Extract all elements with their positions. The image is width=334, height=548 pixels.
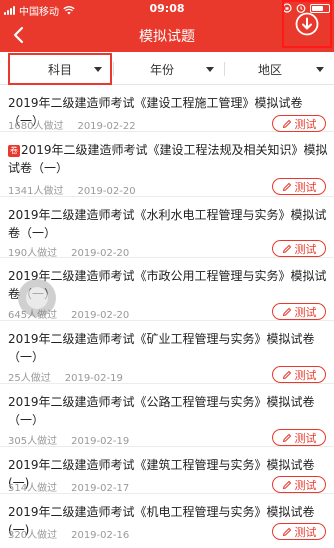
list-item[interactable]: 2019年二级建造师考试《矿业工程管理与实务》模拟试卷（一） 25人做过 2019…	[0, 322, 334, 384]
exam-badge: 卷	[8, 145, 20, 157]
exam-meta: 1680人做过 2019-02-22	[8, 117, 136, 132]
divider	[224, 62, 225, 76]
pencil-icon	[282, 119, 291, 128]
exam-meta: 320人做过 2019-02-16	[8, 526, 129, 541]
exam-title-text: 2019年二级建造师考试《建设工程法规及相关知识》模拟试卷（一）	[8, 143, 328, 175]
test-button[interactable]: 测试	[272, 429, 326, 446]
caret-down-icon	[316, 66, 324, 72]
filter-year[interactable]: 年份	[114, 53, 222, 85]
filter-region-label: 地区	[257, 62, 282, 77]
list-item[interactable]: 卷 2019年二级建造师考试《建设工程法规及相关知识》模拟试卷（一） 1341人做…	[0, 133, 334, 197]
test-button[interactable]: 测试	[272, 115, 326, 132]
test-button[interactable]: 测试	[272, 240, 326, 257]
exam-meta: 25人做过 2019-02-19	[8, 369, 123, 384]
test-button[interactable]: 测试	[272, 523, 326, 540]
exam-title: 2019年二级建造师考试《水利水电工程管理与实务》模拟试卷（一）	[8, 208, 327, 240]
exam-date: 2019-02-19	[71, 436, 130, 447]
taken-count: 320人做过	[8, 530, 58, 541]
test-label: 测试	[294, 368, 317, 382]
taken-count: 190人做过	[8, 248, 58, 259]
pencil-icon	[282, 433, 291, 442]
exam-meta: 514人做过 2019-02-17	[8, 479, 129, 494]
exam-date: 2019-02-19	[64, 373, 123, 384]
list-item[interactable]: 2019年二级建造师考试《机电工程管理与实务》模拟试卷(一) 320人做过 201…	[0, 495, 334, 547]
list-item[interactable]: 2019年二级建造师考试《建筑工程管理与实务》模拟试卷(一) 514人做过 201…	[0, 448, 334, 494]
exam-date: 2019-02-20	[71, 310, 130, 321]
exam-date: 2019-02-17	[71, 483, 130, 494]
assistive-touch-button[interactable]	[18, 279, 56, 317]
exam-date: 2019-02-22	[77, 121, 136, 132]
taken-count: 25人做过	[8, 373, 51, 384]
exam-date: 2019-02-16	[71, 530, 130, 541]
download-button[interactable]	[282, 0, 332, 48]
test-button[interactable]: 测试	[272, 178, 326, 195]
filter-region[interactable]: 地区	[226, 53, 332, 85]
test-label: 测试	[294, 431, 317, 445]
test-label: 测试	[294, 117, 317, 131]
header-bar: 模拟试题	[0, 0, 334, 52]
test-button[interactable]: 测试	[272, 476, 326, 493]
caret-down-icon	[206, 66, 214, 72]
exam-meta: 1341人做过 2019-02-20	[8, 182, 136, 197]
pencil-icon	[282, 182, 291, 191]
list-item[interactable]: 2019年二级建造师考试《水利水电工程管理与实务》模拟试卷（一） 190人做过 2…	[0, 198, 334, 259]
exam-title: 2019年二级建造师考试《公路工程管理与实务》模拟试卷（一）	[8, 395, 315, 427]
exam-title: 2019年二级建造师考试《矿业工程管理与实务》模拟试卷（一）	[8, 332, 315, 364]
test-button[interactable]: 测试	[272, 366, 326, 383]
filter-bar: 科目 年份 地区	[0, 53, 334, 85]
pencil-icon	[282, 244, 291, 253]
list-item[interactable]: 2019年二级建造师考试《公路工程管理与实务》模拟试卷（一） 305人做过 201…	[0, 385, 334, 447]
pencil-icon	[282, 527, 291, 536]
exam-meta: 190人做过 2019-02-20	[8, 244, 129, 259]
test-label: 测试	[294, 180, 317, 194]
test-label: 测试	[294, 525, 317, 539]
exam-meta: 305人做过 2019-02-19	[8, 432, 129, 447]
pencil-icon	[282, 480, 291, 489]
filter-subject-label: 科目	[47, 62, 72, 77]
pencil-icon	[282, 370, 291, 379]
test-button[interactable]: 测试	[272, 303, 326, 320]
caret-down-icon	[94, 67, 102, 72]
taken-count: 514人做过	[8, 483, 58, 494]
exam-title: 卷 2019年二级建造师考试《建设工程法规及相关知识》模拟试卷（一）	[8, 141, 328, 177]
filter-subject[interactable]: 科目	[8, 53, 112, 85]
exam-date: 2019-02-20	[71, 248, 130, 259]
pencil-icon	[282, 307, 291, 316]
test-label: 测试	[294, 242, 317, 256]
taken-count: 1680人做过	[8, 121, 64, 132]
exam-date: 2019-02-20	[77, 186, 136, 197]
exam-title: 2019年二级建造师考试《市政公用工程管理与实务》模拟试卷（一）	[8, 269, 327, 301]
filter-year-label: 年份	[149, 62, 174, 77]
list-item[interactable]: 2019年二级建造师考试《建设工程施工管理》模拟试卷（一） 1680人做过 201…	[0, 86, 334, 132]
taken-count: 305人做过	[8, 436, 58, 447]
test-label: 测试	[294, 305, 317, 319]
test-label: 测试	[294, 478, 317, 492]
taken-count: 1341人做过	[8, 186, 64, 197]
download-circle-icon	[295, 12, 319, 36]
